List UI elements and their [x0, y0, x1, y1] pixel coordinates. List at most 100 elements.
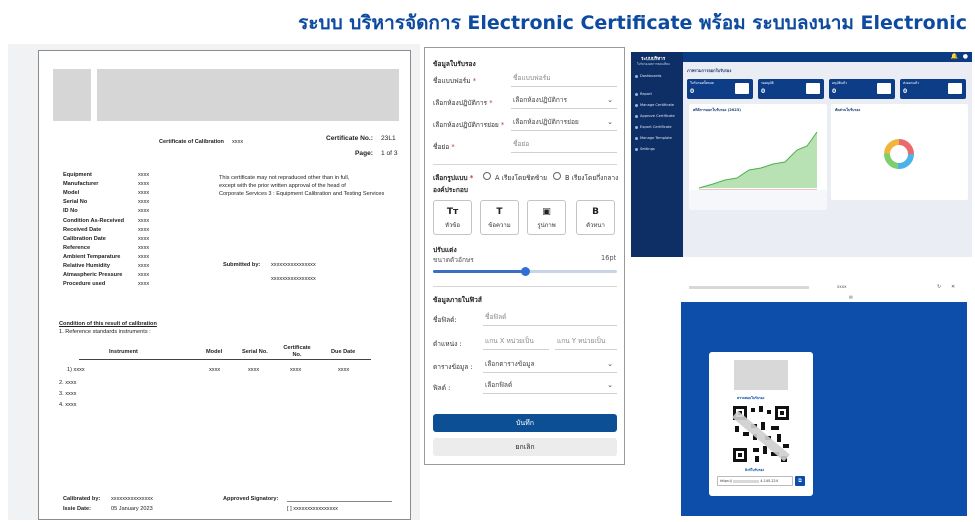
verification-link-field[interactable]: https:// 4-145-224: [717, 476, 793, 486]
verification-card: ตรวจสอบใบรับรอง ลิงก์ใบรับรอง https:// 4…: [709, 352, 813, 496]
field-value: xxxx: [138, 244, 150, 251]
sublab-select[interactable]: เลือกห้องปฏิบัติการย่อย ⌄: [511, 114, 617, 131]
verification-title: ตรวจสอบใบรับรอง: [737, 396, 765, 400]
field-name-label: ชื่อฟิลด์:: [433, 316, 457, 324]
format-b-radio[interactable]: [553, 172, 561, 180]
lab-label: เลือกห้องปฏิบัติการ *: [433, 99, 493, 107]
font-size-label: ขนาดตัวอักษร: [433, 256, 474, 264]
table-row-due-date: xxxx: [338, 367, 350, 373]
issue-date-value: 05 January 2023: [111, 506, 153, 512]
position-x-input[interactable]: แกน X หน่วยเป็น: [483, 333, 549, 350]
field-label: Reference: [63, 244, 91, 251]
dashboard-sidebar: ระบบบริหาร ใบรับรองผลการสอบเทียบ Dashboa…: [631, 52, 683, 257]
stat-card-label: รออนุมัติ: [761, 81, 774, 85]
stat-card: รออนุมัติ 0: [758, 79, 824, 99]
image-tool-button[interactable]: ▣ รูปภาพ: [527, 200, 566, 235]
user-icon[interactable]: ●: [963, 53, 968, 60]
chevron-down-icon: ⌄: [607, 96, 613, 104]
field-value: xxxx: [138, 208, 150, 215]
certificate-title: Certificate of Calibration: [159, 139, 224, 145]
calibrated-value: xxxxxxxxxxxxxxx: [111, 496, 153, 502]
chart-panel: สถิติการออกใบรับรอง (2023): [689, 104, 827, 204]
font-size-value: 16pt: [601, 254, 617, 262]
lab-select[interactable]: เลือกห้องปฏิบัติการ ⌄: [511, 92, 617, 109]
sidebar-item-manage-certificate[interactable]: Manage Certificate: [635, 103, 674, 107]
verification-link-label: ลิงก์ใบรับรอง: [745, 468, 765, 472]
field-name-input[interactable]: ชื่อฟิลด์: [483, 309, 617, 326]
field-select-value: เลือกฟิลด์: [485, 381, 513, 389]
field-select[interactable]: เลือกฟิลด์ ⌄: [483, 377, 617, 394]
dashboard-topbar: 🔔 ●: [683, 52, 972, 62]
sidebar-item-report[interactable]: Report: [635, 92, 652, 96]
stat-card-value: 0: [761, 88, 766, 95]
stat-card: ส่งออกแล้ว 0: [900, 79, 966, 99]
section-info-heading: ข้อมูลใบรับรอง: [433, 60, 476, 68]
table-header-model: Model: [206, 349, 223, 355]
divider: [433, 164, 617, 165]
stat-card-label: อนุมัติแล้ว: [832, 81, 847, 85]
table-select[interactable]: เลือกตารางข้อมูล ⌄: [483, 356, 617, 373]
font-size-slider[interactable]: [433, 267, 617, 276]
field-value: xxxx: [138, 253, 150, 260]
sidebar-item-approve-certificate[interactable]: Approve Certificate: [635, 114, 675, 118]
table-header-serial: Serial No.: [242, 349, 268, 355]
heading-icon: Tт: [446, 207, 459, 217]
certificate-icon: [635, 103, 638, 107]
sublab-select-value: เลือกห้องปฏิบัติการย่อย: [513, 118, 579, 126]
image-icon: [735, 83, 749, 94]
list-item: 2. xxxx: [59, 380, 77, 386]
sidebar-item-settings[interactable]: Settings: [635, 147, 655, 151]
header-image-placeholder: [97, 69, 399, 121]
field-label: Serial No: [63, 199, 88, 206]
field-value: xxxx: [138, 226, 150, 233]
slider-handle[interactable]: [521, 267, 530, 276]
condition-heading: Condition of this result of calibration: [59, 321, 157, 327]
close-icon[interactable]: ✕: [951, 284, 955, 290]
cert-no-value: 23L1: [381, 135, 396, 142]
calibrated-label: Calibrated by:: [63, 496, 101, 502]
divider: [433, 286, 617, 287]
chevron-down-icon: ⌄: [607, 118, 613, 126]
signature-line: [287, 501, 392, 502]
field-value: xxxx: [138, 281, 150, 288]
verification-screenshot: xxxx ▤ ↻ ✕ ตรวจสอบใบรับรอง ลิงก์ใบรับรอง: [681, 280, 967, 516]
save-button[interactable]: บันทึก: [433, 414, 617, 432]
bold-tool-button[interactable]: B ตัวหนา: [576, 200, 615, 235]
submitted-value-2: xxxxxxxxxxxxxxxx: [271, 276, 316, 282]
sidebar-item-dashboards[interactable]: Dashboards: [635, 74, 661, 78]
certificate-title-value: xxxx: [232, 139, 244, 145]
image-icon: [877, 83, 891, 94]
stat-card-label: ส่งออกแล้ว: [903, 81, 920, 85]
submitted-value-1: xxxxxxxxxxxxxxxx: [271, 262, 316, 268]
stat-card-value: 0: [690, 88, 695, 95]
image-icon: [806, 83, 820, 94]
page-url: xxxx: [837, 284, 847, 289]
position-label: ตำแหน่ง :: [433, 340, 462, 348]
sidebar-item-manage-template[interactable]: Manage Template: [635, 136, 672, 140]
table-select-value: เลือกตารางข้อมูล: [485, 360, 535, 368]
text-tool-button[interactable]: T ข้อความ: [480, 200, 519, 235]
short-name-input[interactable]: ชื่อย่อ: [511, 136, 617, 153]
table-row-serial: xxxx: [248, 367, 260, 373]
copy-link-button[interactable]: ⧉: [795, 476, 805, 486]
certificate-document: Certificate of Calibration xxxx Certific…: [38, 50, 411, 520]
bell-icon[interactable]: 🔔: [951, 53, 958, 60]
field-value: xxxx: [138, 181, 150, 188]
position-y-input[interactable]: แกน Y หน่วยเป็น: [555, 333, 617, 350]
sidebar-item-export-certificate[interactable]: Export Certificate: [635, 125, 672, 129]
format-a-radio[interactable]: [483, 172, 491, 180]
cancel-button[interactable]: ยกเลิก: [433, 438, 617, 456]
heading-tool-button[interactable]: Tт หัวข้อ: [433, 200, 472, 235]
short-name-label: ชื่อย่อ *: [433, 143, 455, 151]
refresh-icon[interactable]: ↻: [937, 284, 941, 290]
image-icon: [948, 83, 962, 94]
table-header-divider: [79, 359, 371, 360]
form-name-input[interactable]: ชื่อแบบฟอร์ม: [511, 70, 617, 87]
dashboard-header: ภาพรวมการออกใบรับรอง: [687, 68, 732, 73]
list-item: 4. xxxx: [59, 402, 77, 408]
notice-line-3: Corporate Services 3 : Equipment Calibra…: [219, 191, 385, 197]
field-value: xxxx: [138, 190, 150, 197]
table-header-due-date: Due Date: [331, 349, 356, 355]
template-icon: [635, 136, 638, 140]
screenshot: ระบบ บริหารจัดการ Electronic Certificate…: [0, 0, 975, 522]
